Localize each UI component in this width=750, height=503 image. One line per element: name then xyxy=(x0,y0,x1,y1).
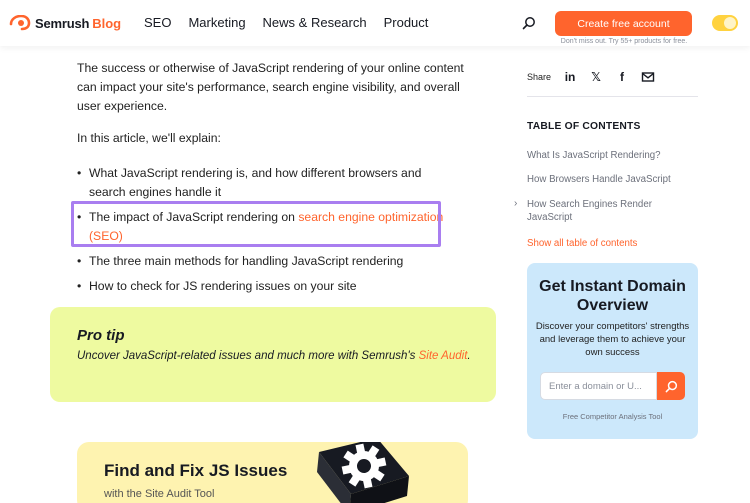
x-icon[interactable]: 𝕏 xyxy=(589,70,603,84)
site-audit-promo-banner[interactable]: Find and Fix JS Issues with the Site Aud… xyxy=(77,442,468,503)
facebook-icon[interactable]: f xyxy=(615,70,629,84)
nav-item-seo[interactable]: SEO xyxy=(144,15,171,30)
share-bar: Share in 𝕏 f xyxy=(527,70,667,84)
show-all-toc-link[interactable]: Show all table of contents xyxy=(527,238,637,249)
bullet-text: How to check for JS rendering issues on … xyxy=(89,279,357,293)
share-label: Share xyxy=(527,72,552,82)
create-free-account-button[interactable]: Create free account xyxy=(555,11,692,36)
search-icon xyxy=(665,380,677,392)
list-item: The three main methods for handling Java… xyxy=(77,252,457,271)
list-item: What JavaScript rendering is, and how di… xyxy=(77,164,457,202)
semrush-blog-logo[interactable]: Semrush Blog xyxy=(9,12,121,34)
bullet-text: The three main methods for handling Java… xyxy=(89,254,404,268)
widget-description: Discover your competitors' strengths and… xyxy=(535,321,690,358)
toc-title: TABLE OF CONTENTS xyxy=(527,121,641,132)
site-header: Semrush Blog SEO Marketing News & Resear… xyxy=(0,0,750,46)
toc-item-what-is-js-rendering[interactable]: What Is JavaScript Rendering? xyxy=(527,149,661,162)
semrush-logo-icon xyxy=(9,15,31,31)
search-icon[interactable] xyxy=(522,16,536,30)
site-audit-link[interactable]: Site Audit xyxy=(419,350,468,362)
linkedin-icon[interactable]: in xyxy=(563,70,577,84)
logo-suffix: Blog xyxy=(92,15,122,31)
nav-item-news-research[interactable]: News & Research xyxy=(263,15,367,30)
sidebar-divider xyxy=(527,96,698,97)
promo-title: Find and Fix JS Issues xyxy=(104,461,288,480)
toc-item-search-engines[interactable]: How Search Engines Render JavaScript xyxy=(527,198,677,224)
main-nav: SEO Marketing News & Research Product xyxy=(144,15,445,30)
chevron-right-icon: › xyxy=(514,198,518,209)
email-icon[interactable] xyxy=(641,70,655,84)
domain-overview-widget: Get Instant Domain Overview Discover you… xyxy=(527,263,698,439)
pro-tip-box: Pro tip Uncover JavaScript-related issue… xyxy=(50,307,496,402)
widget-footnote: Free Competitor Analysis Tool xyxy=(562,412,663,421)
pro-tip-title: Pro tip xyxy=(77,327,125,344)
gear-icon xyxy=(317,442,409,503)
cta-note: Don't miss out. Try 55+ products for fre… xyxy=(560,38,688,45)
nav-item-marketing[interactable]: Marketing xyxy=(188,15,245,30)
domain-search-input[interactable]: Enter a domain or U... xyxy=(540,372,657,400)
pro-tip-end: . xyxy=(467,350,471,362)
highlight-box xyxy=(71,201,441,247)
bullet-text: What JavaScript rendering is, and how di… xyxy=(89,166,422,199)
logo-name: Semrush xyxy=(35,15,90,31)
toc-item-browsers[interactable]: How Browsers Handle JavaScript xyxy=(527,173,671,186)
nav-item-product[interactable]: Product xyxy=(384,15,429,30)
toggle-knob xyxy=(724,17,736,29)
widget-title: Get Instant Domain Overview xyxy=(539,278,686,314)
theme-toggle[interactable] xyxy=(712,15,738,31)
list-item: How to check for JS rendering issues on … xyxy=(77,277,457,296)
promo-subtitle: with the Site Audit Tool xyxy=(104,488,215,500)
pro-tip-text: Uncover JavaScript-related issues and mu… xyxy=(77,347,477,365)
domain-search-button[interactable] xyxy=(657,372,685,400)
pro-tip-body: Uncover JavaScript-related issues and mu… xyxy=(77,350,419,362)
article-explain: In this article, we'll explain: xyxy=(77,131,221,145)
article-intro: The success or otherwise of JavaScript r… xyxy=(77,61,464,113)
